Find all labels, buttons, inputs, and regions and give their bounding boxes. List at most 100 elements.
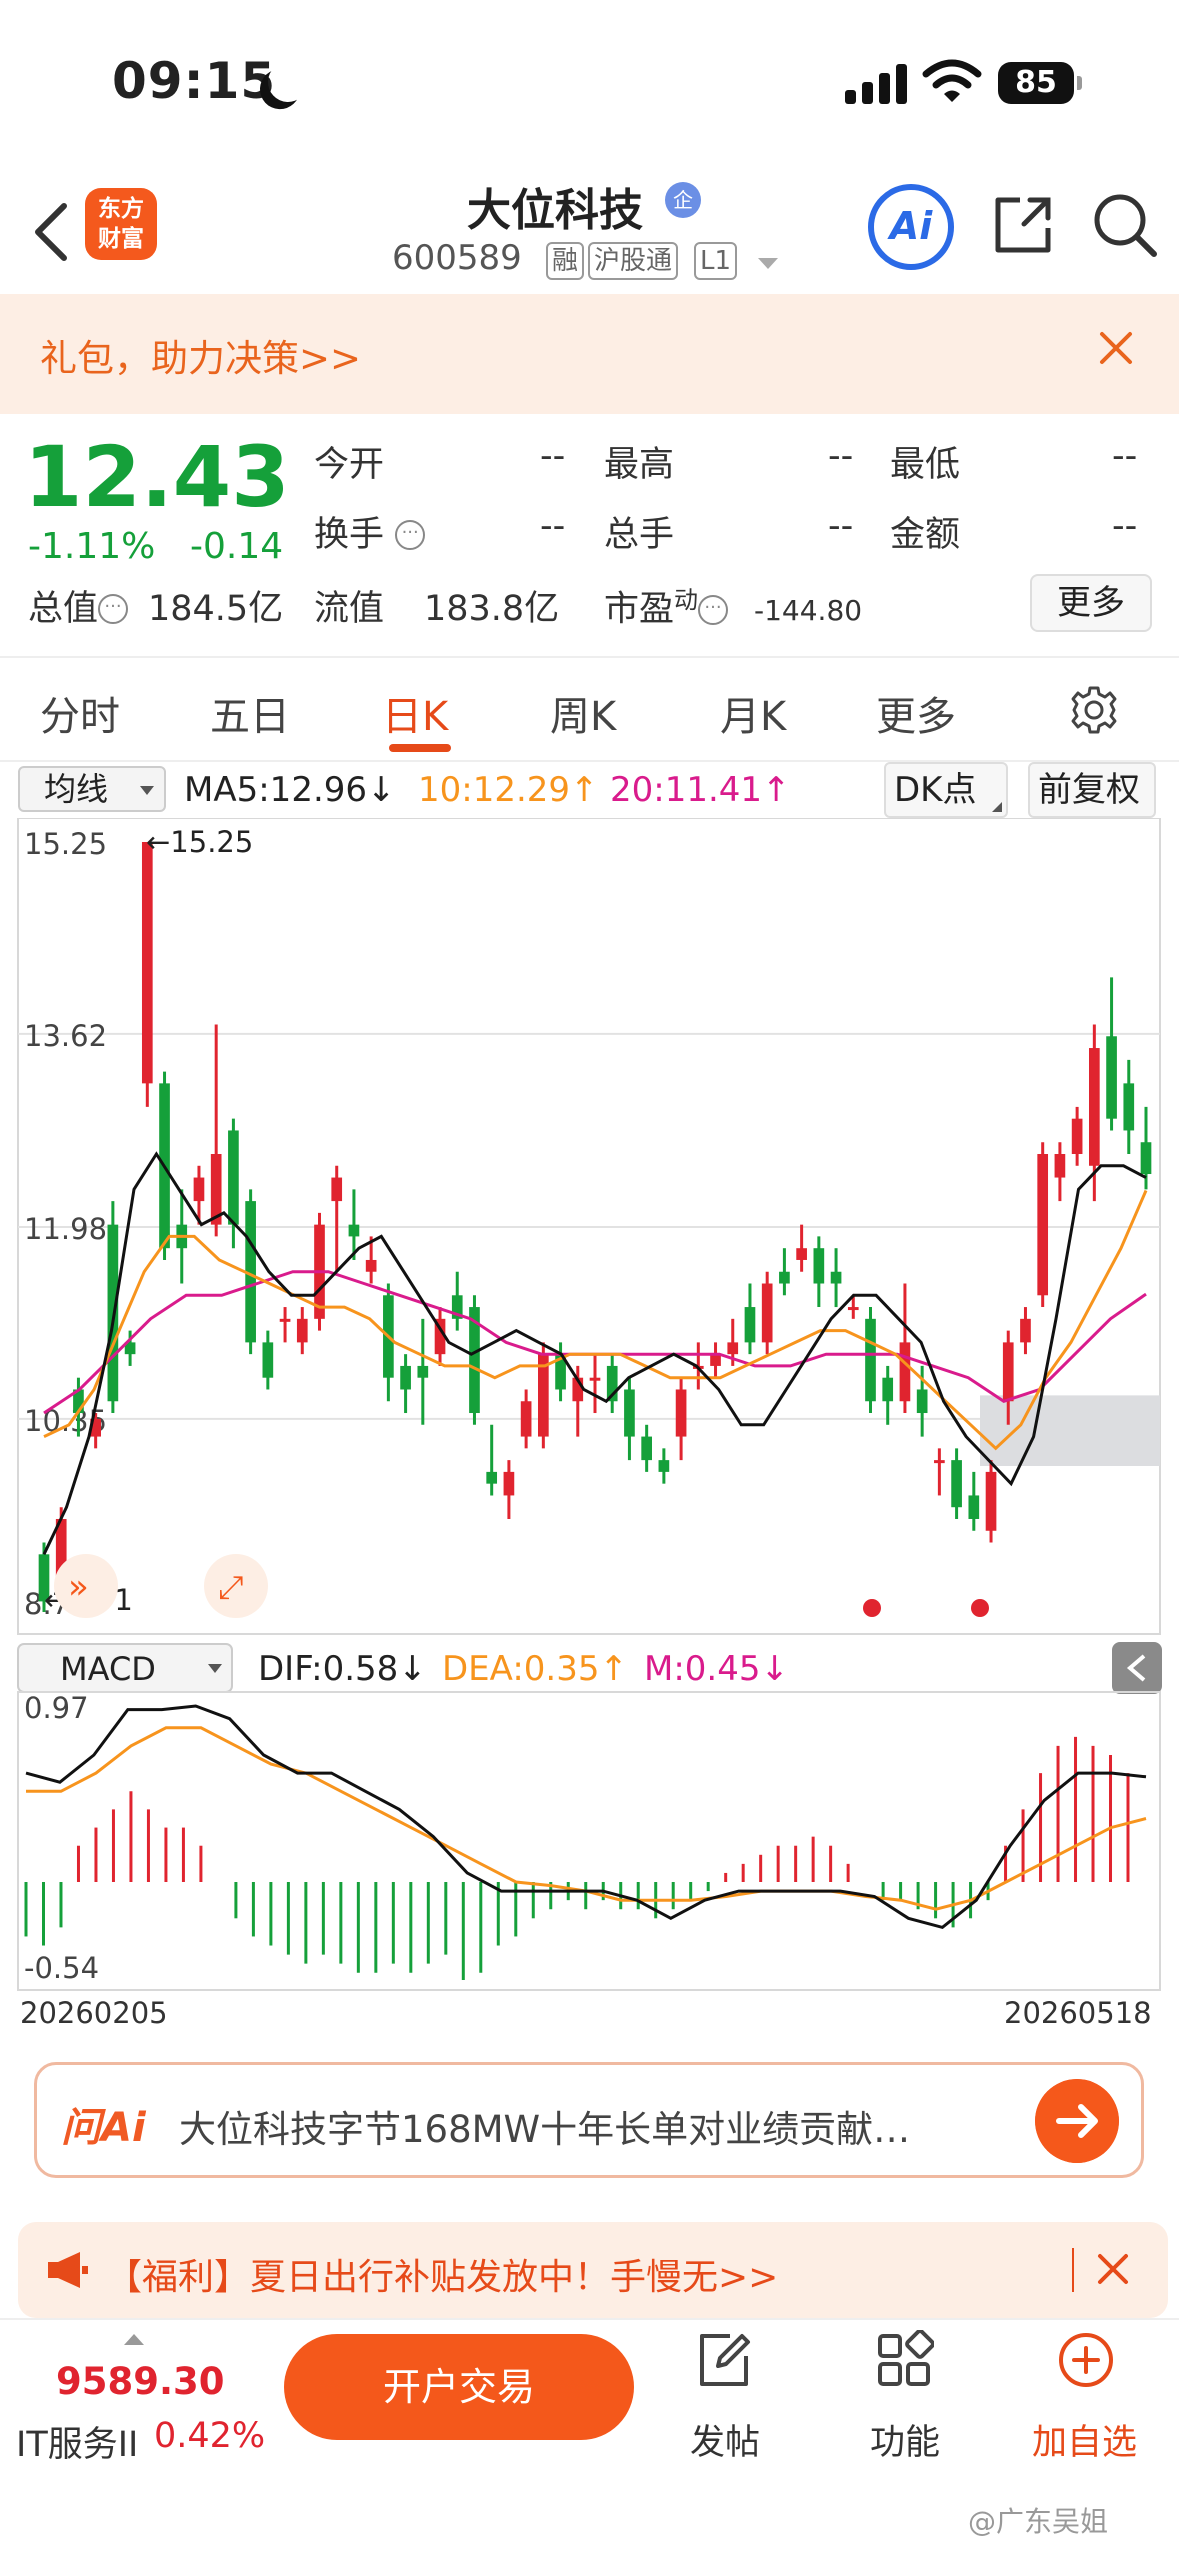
- candle-up: [847, 1307, 859, 1311]
- dk-point-button[interactable]: DK点: [884, 762, 1008, 818]
- candle-down: [1140, 1142, 1152, 1175]
- float-cap-value: 183.8亿: [424, 589, 560, 629]
- enterprise-badge-icon: 企: [665, 182, 701, 218]
- max-price-label: ←15.25: [146, 825, 253, 859]
- add-watchlist-icon[interactable]: [1056, 2330, 1116, 2390]
- candle-up: [503, 1471, 515, 1496]
- y-tick-label: 15.25: [24, 827, 107, 861]
- candle-up: [727, 1342, 739, 1355]
- turnover-value: --: [540, 506, 566, 546]
- wifi-icon: [922, 59, 982, 102]
- indicator-dropdown[interactable]: 均线: [18, 766, 166, 812]
- info-icon[interactable]: ···: [98, 594, 129, 624]
- candle-up: [1089, 1048, 1100, 1166]
- sector-change[interactable]: 0.42%: [154, 2416, 265, 2456]
- function-grid-icon[interactable]: [874, 2330, 934, 2390]
- megaphone-icon: [48, 2252, 88, 2288]
- candle-up: [331, 1177, 343, 1202]
- sector-name[interactable]: IT服务II: [16, 2416, 138, 2467]
- more-button[interactable]: 更多: [1030, 574, 1152, 632]
- tab-weekly-k[interactable]: 周K: [550, 684, 616, 742]
- dif-value: DIF:0.58↓: [258, 1649, 427, 1689]
- dk-signal-dot: [863, 1599, 881, 1617]
- dea-line: [26, 1726, 1147, 1911]
- candle-down: [658, 1460, 670, 1472]
- eastmoney-logo[interactable]: 东方 财富: [85, 188, 157, 260]
- tab-more[interactable]: 更多: [876, 684, 956, 742]
- dea-value: DEA:0.35↑: [442, 1649, 628, 1689]
- candle-down: [417, 1365, 429, 1378]
- candle-down: [228, 1130, 239, 1225]
- ask-ai-question: 大位科技字节168MW十年长单对业绩贡献…: [179, 2108, 911, 2151]
- macd-dropdown-label: MACD: [60, 1650, 156, 1688]
- adjust-button[interactable]: 前复权: [1028, 762, 1156, 818]
- quote-panel: 12.43 -1.11% -0.14 今开 -- 最高 -- 最低 -- 换手 …: [0, 414, 1179, 658]
- candle-down: [779, 1271, 790, 1284]
- tab-five-day[interactable]: 五日: [210, 684, 290, 742]
- candle-down: [400, 1365, 411, 1390]
- pe-value: -144.80: [754, 594, 863, 627]
- candle-up: [796, 1248, 807, 1260]
- collapse-button: [1112, 1642, 1162, 1694]
- ma10-value: 10:12.29↑: [418, 770, 599, 810]
- candle-up: [589, 1377, 601, 1381]
- watermark: @广东吴姐: [968, 2505, 1109, 2538]
- end-date: 20260518: [1004, 1996, 1152, 2030]
- candle-up: [934, 1460, 945, 1464]
- settings-gear-icon[interactable]: [1068, 684, 1120, 736]
- ask-ai-logo: 问Ai: [61, 2105, 146, 2151]
- candle-down: [865, 1318, 876, 1402]
- promo-banner[interactable]: 礼包，助力决策>>: [0, 294, 1179, 414]
- expand-up-icon[interactable]: [124, 2334, 144, 2345]
- candle-up: [985, 1471, 997, 1531]
- tab-intraday[interactable]: 分时: [40, 684, 120, 742]
- change-value: -0.14: [190, 526, 284, 567]
- ai-button[interactable]: Ai: [868, 184, 954, 270]
- tag-margin: 融: [546, 242, 585, 280]
- expand-icon: ⤢: [218, 1568, 244, 1606]
- candle-up: [899, 1342, 911, 1402]
- high-value: --: [828, 436, 854, 476]
- macd-tick-label: 0.97: [24, 1691, 89, 1725]
- add-watchlist-label[interactable]: 加自选: [1032, 2414, 1137, 2465]
- amount-value: --: [1112, 506, 1138, 546]
- tab-daily-k[interactable]: 日K: [382, 684, 448, 742]
- candle-up: [710, 1354, 721, 1366]
- share-icon[interactable]: [990, 192, 1056, 258]
- open-account-trade-button[interactable]: 开户交易: [284, 2334, 634, 2440]
- post-label[interactable]: 发帖: [690, 2414, 760, 2465]
- candle-up: [761, 1283, 773, 1343]
- ma20-value: 20:11.41↑: [610, 770, 791, 810]
- stock-name: 大位科技: [467, 185, 643, 236]
- post-edit-icon[interactable]: [694, 2330, 754, 2390]
- divider: [0, 656, 1179, 658]
- low-value: --: [1112, 436, 1138, 476]
- notice-banner[interactable]: 【福利】夏日出行补贴发放中！手慢无>>: [18, 2222, 1168, 2318]
- candle-down: [830, 1271, 842, 1284]
- float-cap-label: 流值: [314, 589, 385, 629]
- battery-icon: 85: [998, 62, 1082, 104]
- tag-level1[interactable]: L1: [694, 242, 738, 280]
- caret-down-icon[interactable]: [758, 258, 778, 269]
- candle-down: [486, 1471, 498, 1484]
- dropdown-arrow-icon: [140, 786, 154, 795]
- candle-down: [641, 1436, 652, 1461]
- volume-value: --: [828, 506, 854, 546]
- arrow-right-icon[interactable]: [1035, 2079, 1119, 2163]
- function-label[interactable]: 功能: [870, 2414, 940, 2465]
- close-icon[interactable]: [1096, 2252, 1130, 2286]
- back-arrow-icon[interactable]: [30, 202, 74, 262]
- double-chevron-icon: »: [68, 1567, 89, 1607]
- high-label: 最高: [604, 445, 675, 485]
- close-icon[interactable]: [1096, 328, 1136, 368]
- candle-up: [193, 1177, 205, 1202]
- kline-chart[interactable]: 15.2513.6211.9810.358.71←15.25←8.71»⤢MAC…: [0, 818, 1179, 1994]
- ask-ai-box[interactable]: 问Ai 大位科技字节168MW十年长单对业绩贡献…: [34, 2062, 1144, 2178]
- dk-signal-dot: [971, 1599, 989, 1617]
- sector-index-value[interactable]: 9589.30: [56, 2360, 225, 2403]
- info-icon[interactable]: ···: [395, 520, 426, 550]
- search-icon[interactable]: [1090, 190, 1160, 260]
- info-icon[interactable]: ···: [698, 594, 729, 625]
- candle-up: [1037, 1154, 1049, 1296]
- tab-monthly-k[interactable]: 月K: [720, 684, 786, 742]
